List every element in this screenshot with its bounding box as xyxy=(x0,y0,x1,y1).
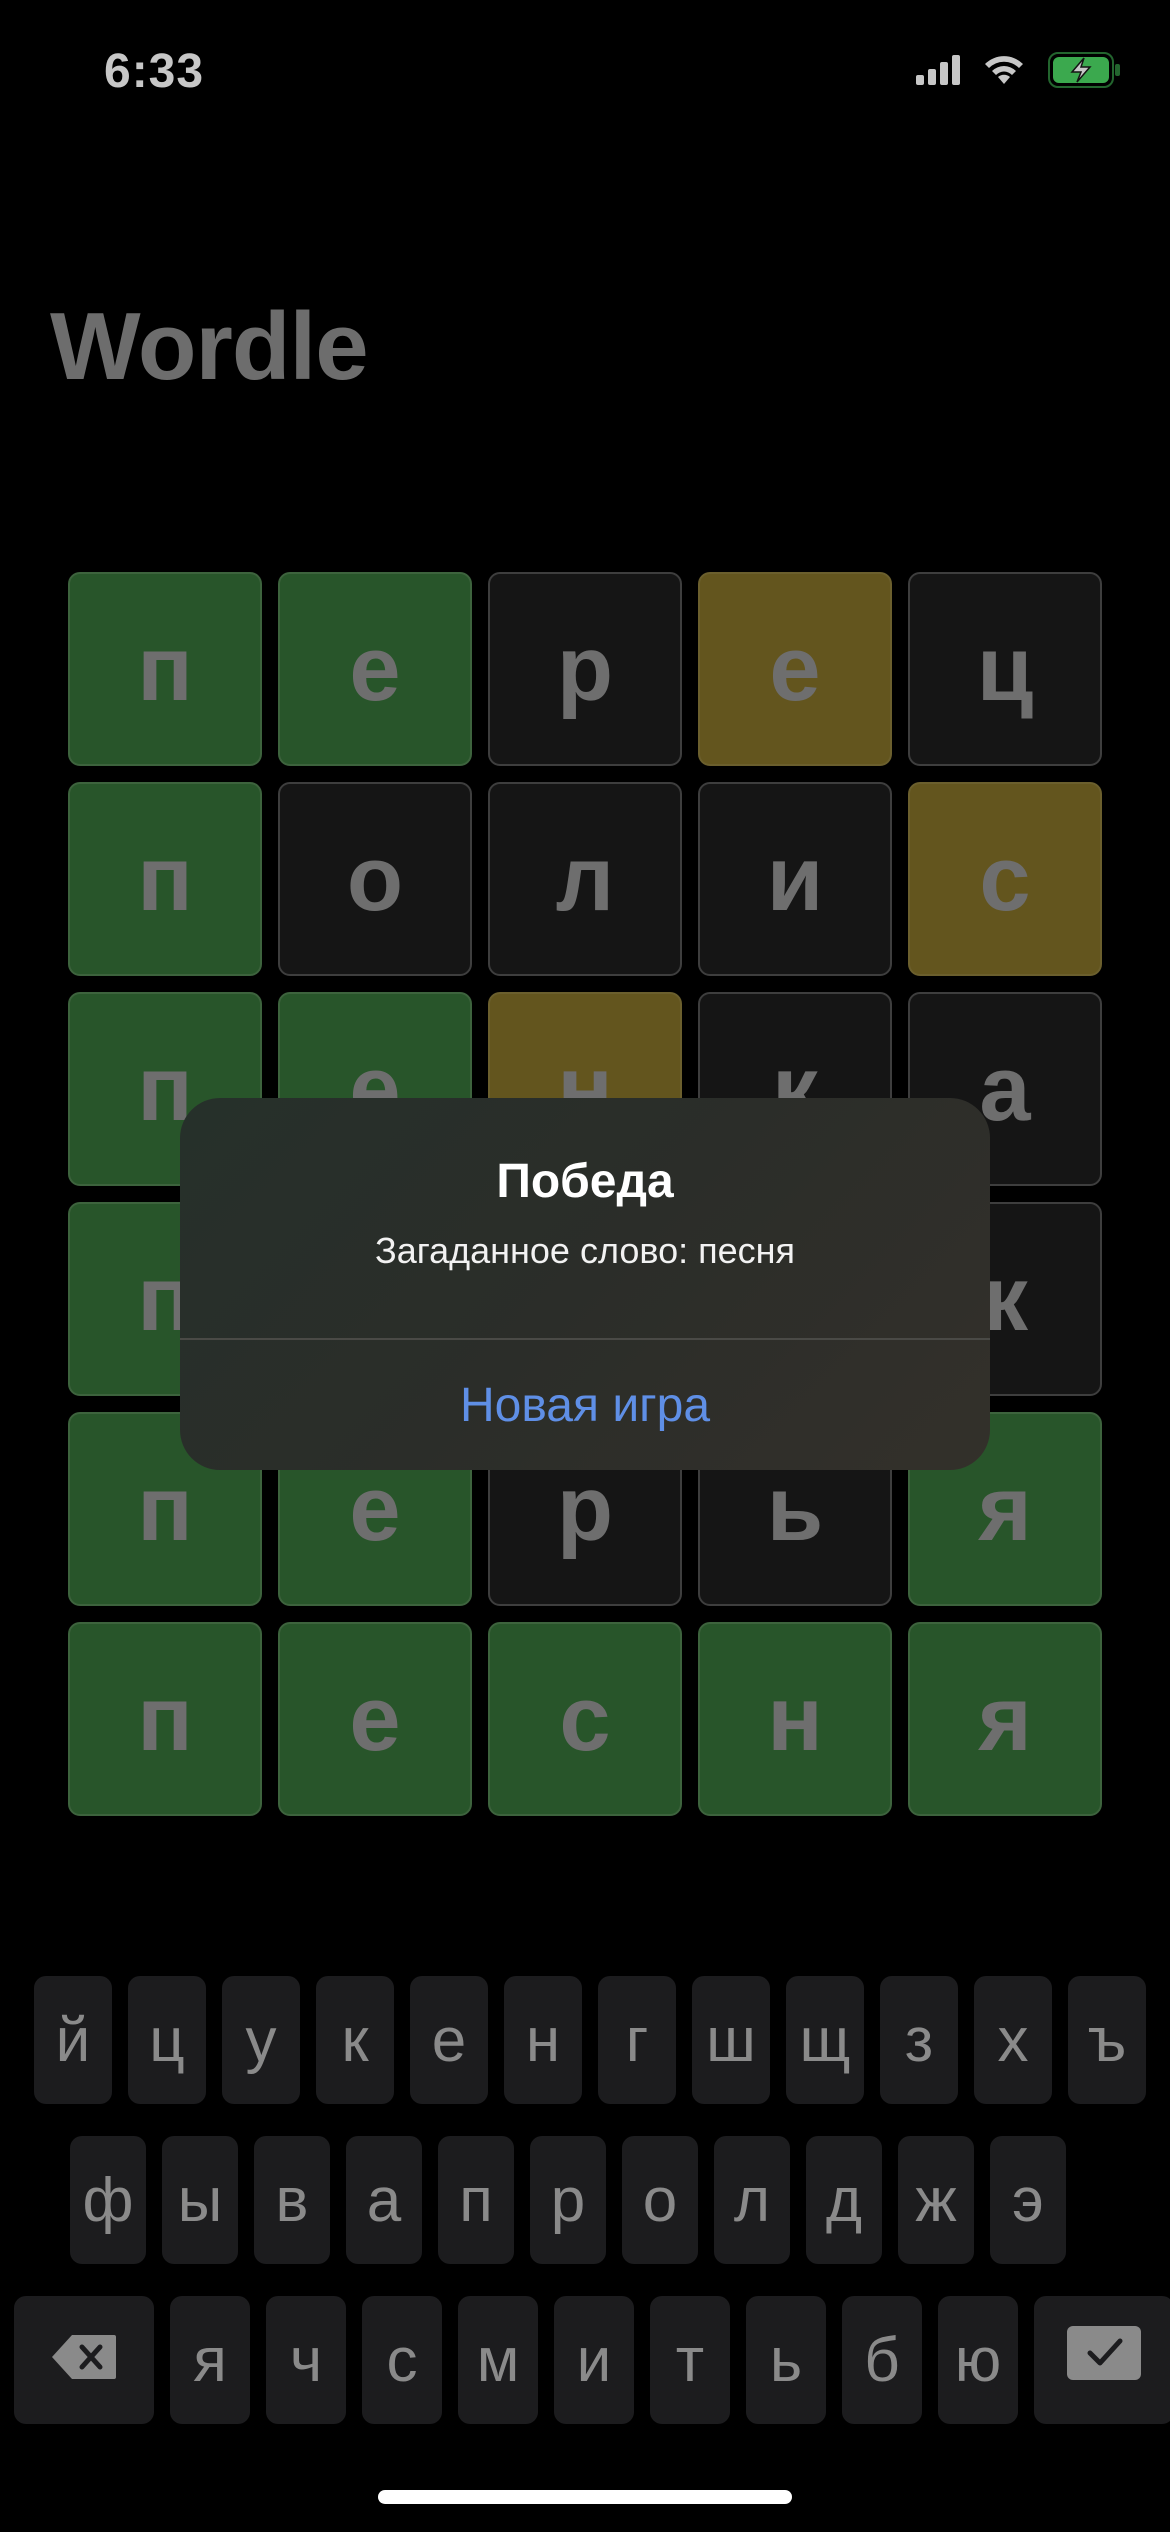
signal-icon xyxy=(916,55,960,90)
keyboard-key[interactable]: о xyxy=(622,2136,698,2264)
keyboard-key[interactable]: у xyxy=(222,1976,300,2104)
alert-message: Загаданное слово: песня xyxy=(374,1230,796,1271)
board-tile: п xyxy=(68,572,262,766)
wifi-icon xyxy=(982,54,1026,91)
keyboard-key[interactable]: е xyxy=(410,1976,488,2104)
keyboard-key[interactable]: ч xyxy=(266,2296,346,2424)
enter-key[interactable] xyxy=(1034,2296,1170,2424)
keyboard-key[interactable]: ш xyxy=(692,1976,770,2104)
board-tile: п xyxy=(68,1622,262,1816)
board-tile: е xyxy=(278,572,472,766)
status-time: 6:33 xyxy=(104,45,205,98)
keyboard-key[interactable]: д xyxy=(806,2136,882,2264)
board-tile: я xyxy=(908,1622,1102,1816)
board-tile: р xyxy=(488,572,682,766)
new-game-button[interactable]: Новая игра xyxy=(180,1340,990,1470)
keyboard-key[interactable]: ж xyxy=(898,2136,974,2264)
board-tile: ц xyxy=(908,572,1102,766)
keyboard-key[interactable]: ы xyxy=(162,2136,238,2264)
keyboard-key[interactable]: г xyxy=(598,1976,676,2104)
board-tile: п xyxy=(68,782,262,976)
keyboard-key[interactable]: л xyxy=(714,2136,790,2264)
board-tile: е xyxy=(278,1622,472,1816)
board-tile: с xyxy=(488,1622,682,1816)
board-tile: л xyxy=(488,782,682,976)
keyboard-key[interactable]: ф xyxy=(70,2136,146,2264)
keyboard-key[interactable]: з xyxy=(880,1976,958,2104)
home-indicator[interactable] xyxy=(378,2490,792,2504)
keyboard-key[interactable]: й xyxy=(34,1976,112,2104)
keyboard-key[interactable]: т xyxy=(650,2296,730,2424)
board-tile: н xyxy=(698,1622,892,1816)
keyboard-row-3: ячсмитьбю xyxy=(14,2296,1170,2424)
keyboard-key[interactable]: п xyxy=(438,2136,514,2264)
keyboard-key[interactable]: к xyxy=(316,1976,394,2104)
keyboard-key[interactable]: я xyxy=(170,2296,250,2424)
board-tile: с xyxy=(908,782,1102,976)
keyboard-key[interactable]: а xyxy=(346,2136,422,2264)
board-tile: е xyxy=(698,572,892,766)
keyboard-key[interactable]: р xyxy=(530,2136,606,2264)
alert-title: Победа xyxy=(496,1155,674,1208)
keyboard-key[interactable]: ю xyxy=(938,2296,1018,2424)
battery-charging-icon xyxy=(1048,52,1122,93)
keyboard-row-1: йцукенгшщзхъ xyxy=(34,1976,1146,2104)
keyboard-key[interactable]: щ xyxy=(786,1976,864,2104)
keyboard-row-2: фывапролджэ xyxy=(70,2136,1066,2264)
delete-key[interactable] xyxy=(14,2296,154,2424)
keyboard-key[interactable]: м xyxy=(458,2296,538,2424)
board-tile: и xyxy=(698,782,892,976)
keyboard-key[interactable]: н xyxy=(504,1976,582,2104)
screen: 6:33 Wordle п е р е ц п о л и с п е н к … xyxy=(0,0,1170,2532)
status-icons xyxy=(916,52,1122,93)
keyboard-key[interactable]: и xyxy=(554,2296,634,2424)
keyboard-key[interactable]: э xyxy=(990,2136,1066,2264)
keyboard-key[interactable]: х xyxy=(974,1976,1052,2104)
keyboard-key[interactable]: б xyxy=(842,2296,922,2424)
board-tile: о xyxy=(278,782,472,976)
keyboard-key[interactable]: ь xyxy=(746,2296,826,2424)
victory-alert: Победа Загаданное слово: песня Новая игр… xyxy=(180,1098,990,1470)
keyboard-key[interactable]: ъ xyxy=(1068,1976,1146,2104)
keyboard-key[interactable]: с xyxy=(362,2296,442,2424)
backspace-icon xyxy=(50,2325,118,2396)
app-title: Wordle xyxy=(50,293,369,400)
checkmark-icon xyxy=(1066,2325,1142,2396)
keyboard-key[interactable]: ц xyxy=(128,1976,206,2104)
keyboard-key[interactable]: в xyxy=(254,2136,330,2264)
